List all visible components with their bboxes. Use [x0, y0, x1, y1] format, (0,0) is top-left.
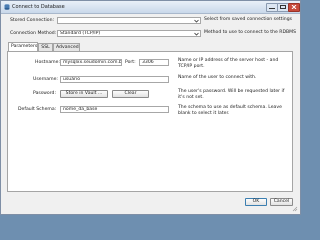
chevron-down-icon	[194, 32, 199, 36]
username-hint: Name of the user to connect with.	[178, 75, 257, 80]
tab-parameters[interactable]: Parameters	[8, 42, 38, 51]
hostname-label: Hostname:	[35, 60, 61, 65]
clear-password-button[interactable]: Clear	[112, 90, 149, 98]
password-label: Password:	[33, 91, 57, 96]
hostname-input[interactable]: mysqlxx.seudomin.com.br	[60, 59, 122, 66]
hostname-hint: Name or IP address of the server host - …	[178, 58, 279, 69]
connection-method-value: Standard (TCP/IP)	[60, 31, 101, 36]
parameters-panel	[7, 51, 293, 192]
ok-button[interactable]: OK	[245, 198, 267, 206]
username-input[interactable]: usuário	[60, 76, 169, 83]
default-schema-input[interactable]: nome_da_base	[60, 106, 169, 113]
default-schema-label: Default Schema:	[18, 107, 57, 112]
port-input[interactable]: 3306	[139, 59, 169, 66]
connect-dialog: Connect to Database Stored Connection: S…	[0, 0, 301, 215]
connection-method-label: Connection Method:	[10, 31, 57, 36]
default-schema-hint: The schema to use as default schema. Lea…	[178, 105, 282, 116]
port-label: Port:	[125, 60, 136, 65]
password-hint: The user's password. Will be requested l…	[178, 89, 285, 100]
username-label: Username:	[33, 77, 58, 82]
minimize-icon	[269, 8, 275, 9]
stored-connection-select[interactable]	[57, 17, 201, 24]
close-icon	[291, 5, 297, 9]
stored-connection-hint: Select from saved connection settings	[204, 17, 293, 22]
resize-grip-icon[interactable]	[292, 206, 298, 212]
title-bar: Connect to Database	[1, 1, 300, 14]
tab-ssl[interactable]: SSL	[38, 43, 53, 51]
tab-advanced[interactable]: Advanced	[53, 43, 80, 51]
connection-method-select[interactable]: Standard (TCP/IP)	[57, 30, 201, 37]
maximize-icon	[280, 5, 286, 9]
chevron-down-icon	[194, 19, 199, 23]
connection-method-hint: Method to use to connect to the RDBMS	[204, 30, 297, 35]
close-button[interactable]	[288, 3, 300, 12]
window-title: Connect to Database	[12, 4, 65, 10]
store-in-vault-button[interactable]: Store in Vault ...	[60, 90, 108, 98]
cancel-button[interactable]: Cancel	[270, 198, 293, 206]
stored-connection-label: Stored Connection:	[10, 18, 55, 23]
database-icon	[4, 4, 10, 10]
